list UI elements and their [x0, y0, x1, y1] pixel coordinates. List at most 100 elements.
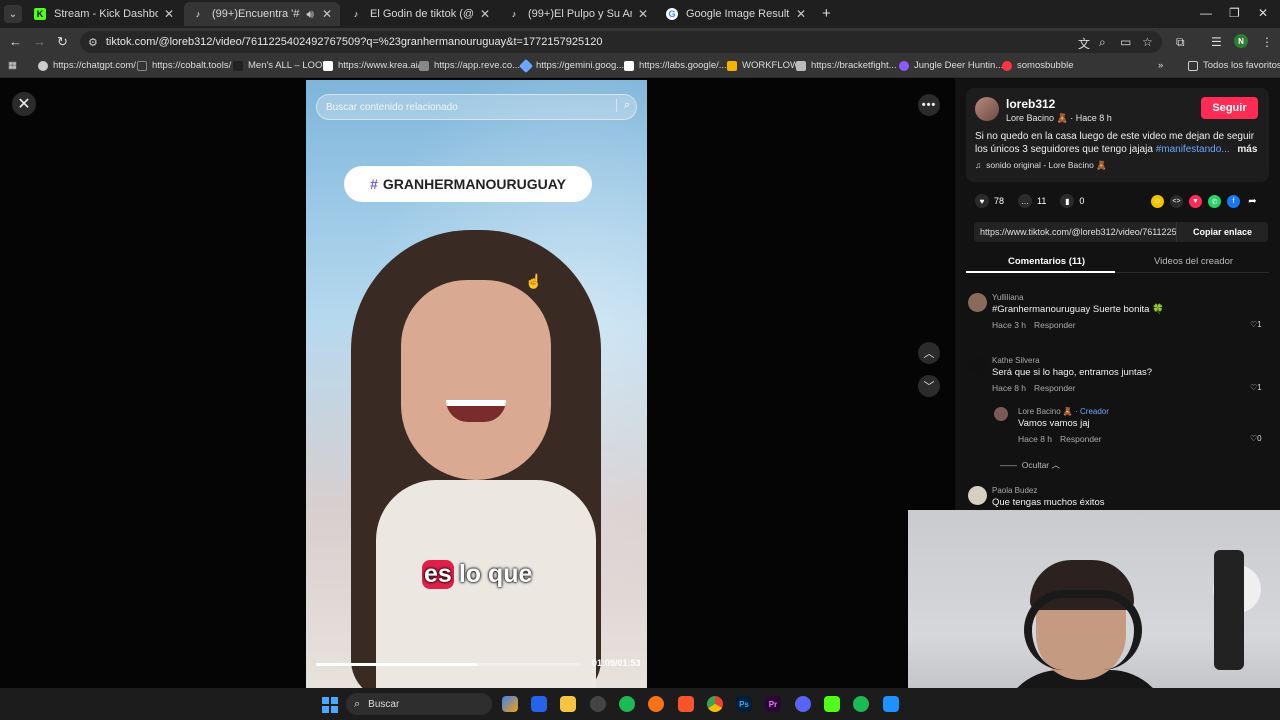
share-link-url[interactable]: https://www.tiktok.com/@loreb312/video/7… — [974, 227, 1176, 237]
video-progress-bar[interactable] — [316, 663, 580, 666]
more-text-button[interactable]: más — [1237, 144, 1257, 155]
sound-info[interactable]: ♫ sonido original - Lore Bacino 🧸 — [975, 160, 1107, 171]
bookmark-1[interactable]: https://cobalt.tools/ — [137, 60, 231, 71]
speaker-icon[interactable]: 🔊︎ — [306, 7, 314, 22]
tab-creator-videos[interactable]: Videos del creador — [1154, 256, 1233, 267]
back-icon[interactable]: ← — [9, 34, 22, 49]
creator-username[interactable]: loreb312 — [1006, 97, 1055, 111]
browser-tab-3[interactable]: ♪ (99+)El Pulpo y Su Amor por el ✕ — [500, 2, 656, 26]
bookmark-star-icon[interactable]: ☆ — [1142, 35, 1153, 49]
new-tab-button[interactable]: + — [822, 5, 831, 22]
close-tab-icon[interactable]: ✕ — [638, 7, 648, 21]
bookmark-6[interactable]: https://labs.google/... — [624, 60, 727, 71]
kick-icon[interactable] — [824, 696, 840, 712]
bookmark-5[interactable]: https://gemini.goog... — [518, 58, 624, 73]
spotify-icon[interactable] — [853, 696, 869, 712]
settings-icon[interactable] — [590, 696, 606, 712]
comment-author[interactable]: Paola Budez — [992, 486, 1037, 495]
menu-dots-icon[interactable]: ⋮ — [1261, 35, 1273, 49]
more-options-button[interactable]: ••• — [918, 94, 940, 116]
close-window-icon[interactable]: ✕ — [1258, 6, 1268, 20]
address-bar[interactable]: ⚙ tiktok.com/@loreb312/video/76112254024… — [80, 31, 1162, 53]
previous-video-icon[interactable]: ︿ — [918, 342, 940, 364]
premiere-icon[interactable]: Pr — [765, 696, 781, 712]
bookmark-8[interactable]: https://bracketfight... — [796, 60, 897, 71]
site-info-icon[interactable]: ⚙ — [88, 36, 98, 49]
bookmark-4[interactable]: https://app.reve.co... — [419, 60, 520, 71]
more-bookmarks-icon[interactable]: » — [1158, 60, 1163, 71]
comment-author[interactable]: Yulliliana — [992, 293, 1024, 302]
creator-avatar[interactable] — [975, 97, 999, 121]
embed-icon[interactable]: <> — [1170, 195, 1183, 208]
bookmark-9[interactable]: Jungle Deer Huntin... — [899, 60, 1003, 71]
forward-icon[interactable]: → — [33, 34, 46, 49]
hide-replies-button[interactable]: —— Ocultar ︿ — [1000, 459, 1060, 471]
tab-search-button[interactable]: ⌄ — [4, 5, 22, 23]
bookmark-0[interactable]: https://chatgpt.com/ — [38, 60, 136, 71]
video-player[interactable]: Buscar contenido relacionado ⌕ # GRANHER… — [306, 80, 647, 688]
bookmark-10[interactable]: somosbubble — [1002, 60, 1074, 71]
bookmark-2[interactable]: Men's ALL – LOOT — [233, 60, 328, 71]
profile-avatar[interactable]: N — [1234, 34, 1248, 48]
comment-author[interactable]: Lore Bacino 🧸 · Creador — [1018, 407, 1109, 416]
translate-icon[interactable]: 文 — [1078, 35, 1090, 52]
follow-button[interactable]: Seguir — [1201, 97, 1258, 119]
chrome-icon[interactable] — [707, 696, 723, 712]
comment-like-button[interactable]: ♡0 — [1250, 434, 1262, 443]
next-video-icon[interactable]: ﹀ — [918, 375, 940, 397]
search-icon[interactable]: ⌕ — [615, 99, 630, 112]
outlook-icon[interactable] — [531, 696, 547, 712]
copilot-icon[interactable] — [502, 696, 518, 712]
app-icon[interactable] — [883, 696, 899, 712]
comment-author[interactable]: Kathe Silvera — [992, 356, 1040, 365]
comment-avatar[interactable] — [994, 407, 1008, 421]
related-search-input[interactable]: Buscar contenido relacionado ⌕ — [316, 94, 637, 120]
extensions-icon[interactable]: ⧉ — [1176, 35, 1185, 50]
comment-like-button[interactable]: ♡1 — [1250, 320, 1262, 329]
apps-grid-icon[interactable]: ▦ — [8, 60, 17, 71]
discord-icon[interactable] — [795, 696, 811, 712]
share-arrow-icon[interactable]: ➦ — [1246, 195, 1259, 208]
cast-icon[interactable]: ▭ — [1120, 35, 1131, 49]
restore-icon[interactable]: ❐ — [1229, 6, 1240, 20]
photoshop-icon[interactable]: Ps — [736, 696, 752, 712]
comment-avatar[interactable] — [968, 356, 987, 375]
reply-button[interactable]: Responder — [1034, 320, 1076, 330]
close-video-button[interactable]: ✕ — [12, 92, 36, 116]
comment-button[interactable]: … 11 — [1018, 194, 1046, 208]
browser-tab-1[interactable]: ♪ (99+)Encuentra '#granherm 🔊︎ ✕ — [184, 2, 340, 26]
minimize-icon[interactable]: — — [1200, 6, 1212, 20]
tab-comments[interactable]: Comentarios (11) — [1008, 256, 1085, 267]
file-explorer-icon[interactable] — [560, 696, 576, 712]
save-button[interactable]: ▮ 0 — [1060, 194, 1084, 208]
reply-button[interactable]: Responder — [1060, 434, 1102, 444]
like-button[interactable]: ♥ 78 — [975, 194, 1004, 208]
close-tab-icon[interactable]: ✕ — [322, 7, 332, 21]
comment-avatar[interactable] — [968, 293, 987, 312]
comment-avatar[interactable] — [968, 486, 987, 505]
taskbar-search[interactable]: ⌕ Buscar — [346, 693, 492, 715]
comment-like-button[interactable]: ♡1 — [1250, 383, 1262, 392]
close-tab-icon[interactable]: ✕ — [164, 7, 174, 21]
description-hashtag[interactable]: #manifestando... — [1156, 144, 1230, 155]
reply-button[interactable]: Responder — [1034, 383, 1076, 393]
bookmark-3[interactable]: https://www.krea.ai/ — [323, 60, 420, 71]
close-tab-icon[interactable]: ✕ — [480, 7, 490, 21]
windows-start-icon[interactable] — [322, 697, 338, 713]
send-icon[interactable]: ▼ — [1189, 195, 1202, 208]
browser-tab-0[interactable]: K Stream - Kick Dashboard ✕ — [26, 2, 182, 26]
reload-icon[interactable]: ↻ — [57, 34, 68, 50]
browser-tab-2[interactable]: ♪ El Godin de tiktok (@eu_godin ✕ — [342, 2, 498, 26]
close-tab-icon[interactable]: ✕ — [796, 7, 806, 21]
brave-icon[interactable] — [678, 696, 694, 712]
bookmark-7[interactable]: WORKFLOW — [727, 60, 799, 71]
spotify-icon[interactable] — [619, 696, 635, 712]
all-bookmarks[interactable]: Todos los favoritos — [1188, 60, 1280, 71]
repost-icon[interactable]: ☺ — [1151, 195, 1164, 208]
zoom-icon[interactable]: ⌕ — [1099, 35, 1106, 50]
whatsapp-icon[interactable]: ✆ — [1208, 195, 1221, 208]
browser-tab-4[interactable]: G Google Image Result ✕ — [658, 2, 814, 26]
facebook-icon[interactable]: f — [1227, 195, 1240, 208]
app-icon[interactable] — [648, 696, 664, 712]
copy-link-button[interactable]: Copiar enlace — [1176, 222, 1268, 242]
